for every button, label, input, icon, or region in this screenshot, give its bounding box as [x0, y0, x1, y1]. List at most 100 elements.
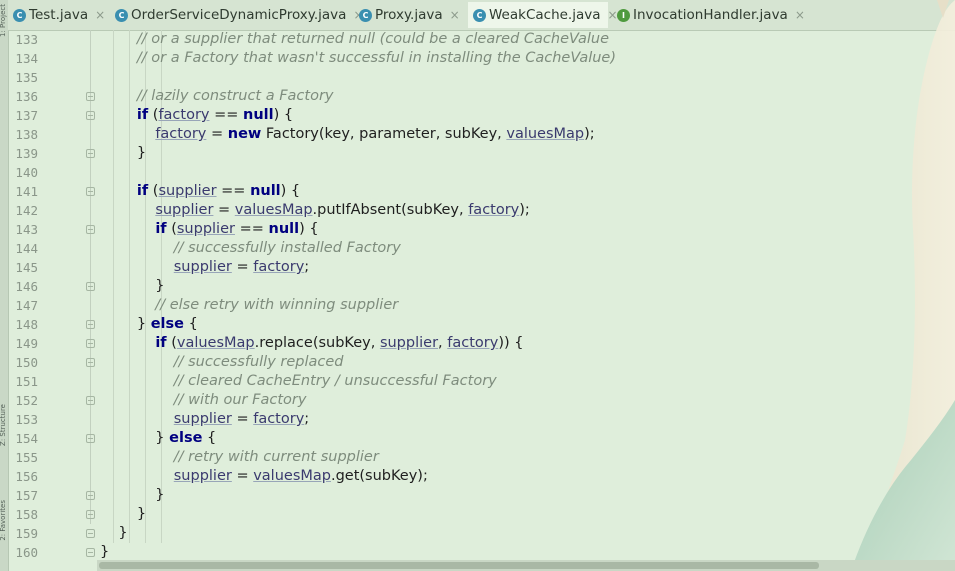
code-line[interactable]: // retry with current supplier	[100, 448, 379, 467]
code-text: .putIfAbsent(subKey,	[312, 202, 469, 218]
line-number: 136	[15, 89, 38, 104]
line-number: 140	[15, 165, 38, 180]
line-number: 147	[15, 298, 38, 313]
scrollbar-thumb[interactable]	[99, 562, 819, 569]
fold-marker-icon[interactable]	[86, 92, 95, 101]
code-line[interactable]: supplier = factory;	[100, 258, 309, 277]
code-line[interactable]: // else retry with winning supplier	[100, 296, 398, 315]
code-line[interactable]: }	[100, 486, 165, 505]
code-text: );	[519, 202, 530, 218]
close-icon[interactable]: ×	[450, 8, 460, 22]
horizontal-scrollbar[interactable]	[97, 560, 955, 571]
line-number: 154	[15, 431, 38, 446]
code-keyword: else	[150, 316, 184, 332]
code-comment: // successfully replaced	[100, 354, 344, 370]
code-field: valuesMap	[176, 335, 255, 351]
code-line[interactable]: supplier = valuesMap.putIfAbsent(subKey,…	[100, 201, 530, 220]
fold-marker-icon[interactable]	[86, 282, 95, 291]
fold-marker-icon[interactable]	[86, 491, 95, 500]
line-number: 159	[15, 526, 38, 541]
code-line[interactable]: // lazily construct a Factory	[100, 87, 334, 106]
line-number: 151	[15, 374, 38, 389]
code-field: supplier	[173, 411, 232, 427]
code-editor[interactable]: // or a supplier that returned null (cou…	[100, 30, 880, 560]
code-line[interactable]: } else {	[100, 315, 198, 334]
tab-proxy[interactable]: C Proxy.java ×	[354, 4, 464, 26]
fold-marker-icon[interactable]	[86, 149, 95, 158]
code-line[interactable]: supplier = valuesMap.get(subKey);	[100, 467, 428, 486]
code-keyword: if	[155, 221, 167, 237]
line-number: 152	[15, 393, 38, 408]
code-field: supplier	[379, 335, 439, 351]
code-line[interactable]: // or a Factory that wasn't successful i…	[100, 49, 616, 68]
code-text: .get(subKey);	[330, 468, 428, 484]
code-line[interactable]: // with our Factory	[100, 391, 307, 410]
line-number: 144	[15, 241, 38, 256]
fold-marker-icon[interactable]	[86, 187, 95, 196]
fold-marker-icon[interactable]	[86, 339, 95, 348]
code-line[interactable]: if (supplier == null) {	[100, 182, 300, 201]
code-line[interactable]: } else {	[100, 429, 216, 448]
code-comment: // lazily construct a Factory	[100, 88, 334, 104]
code-text: {	[184, 316, 198, 332]
code-text: }	[100, 145, 147, 161]
line-number: 139	[15, 146, 38, 161]
fold-marker-icon[interactable]	[86, 548, 95, 557]
code-line[interactable]: factory = new Factory(key, parameter, su…	[100, 125, 594, 144]
code-line[interactable]: }	[100, 524, 127, 543]
tool-window-structure[interactable]: Z: Structure	[0, 404, 8, 446]
line-number: 143	[15, 222, 38, 237]
fold-range-line	[90, 30, 91, 524]
code-line[interactable]: }	[100, 543, 109, 560]
code-line[interactable]: if (supplier == null) {	[100, 220, 318, 239]
code-line[interactable]: supplier = factory;	[100, 410, 309, 429]
fold-marker-icon[interactable]	[86, 225, 95, 234]
code-line[interactable]: // successfully installed Factory	[100, 239, 401, 258]
line-number: 137	[15, 108, 38, 123]
code-line[interactable]: // or a supplier that returned null (cou…	[100, 30, 609, 49]
tool-window-project[interactable]: 1: Project	[0, 4, 8, 37]
fold-marker-icon[interactable]	[86, 358, 95, 367]
tab-test[interactable]: C Test.java ×	[8, 4, 106, 26]
fold-marker-icon[interactable]	[86, 320, 95, 329]
tab-label: Proxy.java	[375, 7, 443, 23]
code-text: ==	[209, 107, 244, 123]
code-comment: // successfully installed Factory	[100, 240, 401, 256]
code-text: }	[100, 278, 165, 294]
editor-tab-bar: C Test.java × C OrderServiceDynamicProxy.jav…	[8, 0, 955, 31]
code-line[interactable]: }	[100, 144, 146, 163]
code-field: supplier	[155, 202, 214, 218]
fold-marker-icon[interactable]	[86, 529, 95, 538]
code-comment: // or a supplier that returned null (cou…	[100, 31, 610, 47]
close-icon[interactable]: ×	[795, 8, 805, 22]
code-line[interactable]: // successfully replaced	[100, 353, 344, 372]
interface-icon: I	[617, 8, 630, 22]
code-text: =	[206, 126, 228, 142]
line-number: 142	[15, 203, 38, 218]
fold-marker-icon[interactable]	[86, 510, 95, 519]
code-line[interactable]: if (factory == null) {	[100, 106, 293, 125]
tool-window-favorites[interactable]: 2: Favorites	[0, 500, 8, 541]
code-comment: // cleared CacheEntry / unsuccessful Fac…	[100, 373, 497, 389]
code-text: )) {	[498, 335, 524, 351]
fold-marker-icon[interactable]	[86, 111, 95, 120]
tab-weakcache[interactable]: C WeakCache.java ×	[468, 2, 618, 28]
code-text: }	[100, 487, 165, 503]
code-text: ==	[216, 183, 251, 199]
fold-marker-icon[interactable]	[86, 396, 95, 405]
tab-invocationhandler[interactable]: I InvocationHandler.java ×	[612, 4, 805, 26]
code-line[interactable]: }	[100, 277, 165, 296]
code-text: .replace(subKey,	[254, 335, 380, 351]
tab-orderservicedynamicproxy[interactable]: COrderServiceDynamicProxy.java×	[110, 4, 364, 26]
code-field: factory	[253, 259, 305, 275]
fold-marker-icon[interactable]	[86, 434, 95, 443]
code-line[interactable]: if (valuesMap.replace(subKey, supplier, …	[100, 334, 523, 353]
code-line[interactable]: // cleared CacheEntry / unsuccessful Fac…	[100, 372, 497, 391]
close-icon[interactable]: ×	[95, 8, 105, 22]
code-line[interactable]: }	[100, 505, 146, 524]
